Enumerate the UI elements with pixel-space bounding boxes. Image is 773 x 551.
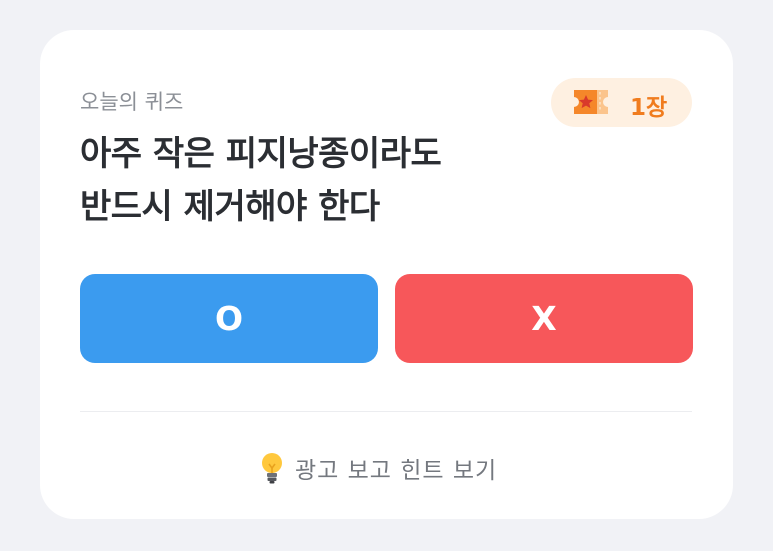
quiz-question: 아주 작은 피지낭종이라도 반드시 제거해야 한다 xyxy=(80,128,640,234)
quiz-label: 오늘의 퀴즈 xyxy=(80,90,184,114)
answer-x-button[interactable]: X xyxy=(395,274,693,363)
hint-label: 광고 보고 힌트 보기 xyxy=(295,458,498,484)
question-line-2: 반드시 제거해야 한다 xyxy=(80,187,380,227)
question-line-1: 아주 작은 피지낭종이라도 xyxy=(80,134,442,174)
ticket-star-icon xyxy=(574,90,608,114)
divider xyxy=(80,411,692,412)
watch-ad-hint-button[interactable]: 광고 보고 힌트 보기 xyxy=(259,448,497,488)
lightbulb-icon xyxy=(262,453,282,484)
answer-o-button[interactable]: O xyxy=(80,274,378,363)
quiz-card: 오늘의 퀴즈 1장 아주 작은 피지낭종이라도 반드시 제거해야 한다 O X … xyxy=(40,30,733,519)
ticket-badge: 1장 xyxy=(551,78,692,127)
ticket-count: 1장 xyxy=(630,95,668,121)
